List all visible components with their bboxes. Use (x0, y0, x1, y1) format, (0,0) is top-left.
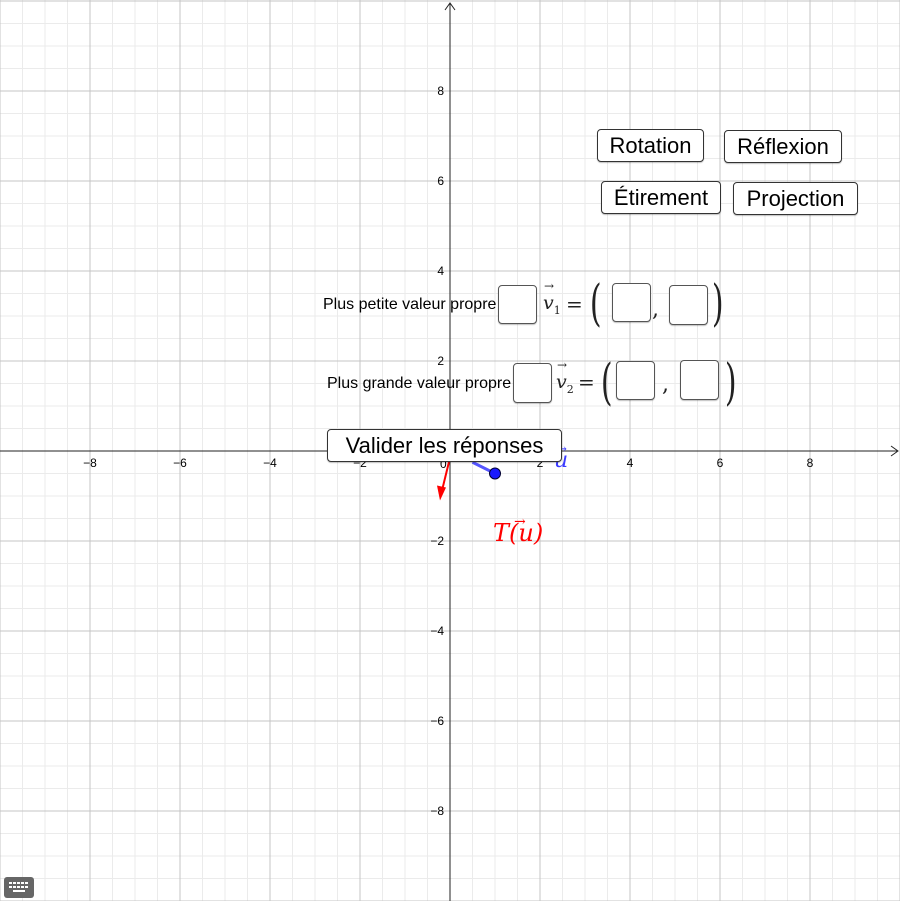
x-tick-label: −8 (83, 456, 97, 470)
y-tick-label: −4 (430, 624, 444, 638)
largest-eigenvalue-label: Plus grande valeur propre (327, 375, 512, 392)
v2-open-paren: ( (600, 353, 613, 411)
v1-x-input[interactable] (612, 283, 651, 322)
y-tick-label: 4 (437, 264, 444, 278)
reflexion-button[interactable]: Réflexion (724, 130, 842, 163)
x-tick-label: −4 (263, 456, 277, 470)
v1-open-paren: ( (589, 274, 602, 332)
v1-comma: , (652, 297, 659, 322)
y-tick-label: −2 (430, 534, 444, 548)
v1-close-paren: ) (711, 274, 724, 332)
lambda1-input[interactable] (498, 285, 537, 324)
x-tick-label: 6 (717, 456, 724, 470)
vector-Tu-label-arrow: → (514, 514, 526, 530)
v2-symbol: → v2 (556, 358, 574, 396)
v2-comma: , (662, 372, 669, 397)
lambda2-input[interactable] (513, 363, 552, 403)
v2-close-paren: ) (724, 353, 737, 411)
vector-Tu-arrowhead (437, 485, 446, 501)
y-tick-label: −6 (430, 714, 444, 728)
x-tick-label: 8 (807, 456, 814, 470)
v1-equals: = (566, 292, 583, 316)
y-tick-label: −8 (430, 804, 444, 818)
keyboard-icon[interactable] (4, 877, 34, 898)
etirement-button[interactable]: Étirement (601, 181, 721, 214)
v2-x-input[interactable] (616, 361, 655, 400)
keyboard-icon-glyph (9, 882, 28, 892)
smallest-eigenvalue-label: Plus petite valeur propre (323, 296, 497, 313)
x-tick-label: −6 (173, 456, 187, 470)
v1-symbol: → v1 (543, 279, 561, 317)
v2-equals: = (578, 370, 595, 394)
validate-answers-button[interactable]: Valider les réponses (327, 429, 562, 462)
y-tick-label: 8 (437, 84, 444, 98)
projection-button[interactable]: Projection (733, 182, 858, 215)
vector-u-endpoint[interactable] (489, 467, 501, 480)
y-tick-label: 2 (437, 354, 444, 368)
x-tick-label: 4 (627, 456, 634, 470)
rotation-button[interactable]: Rotation (597, 129, 704, 162)
v2-y-input[interactable] (680, 360, 719, 400)
v1-y-input[interactable] (669, 285, 708, 325)
y-tick-label: 6 (437, 174, 444, 188)
